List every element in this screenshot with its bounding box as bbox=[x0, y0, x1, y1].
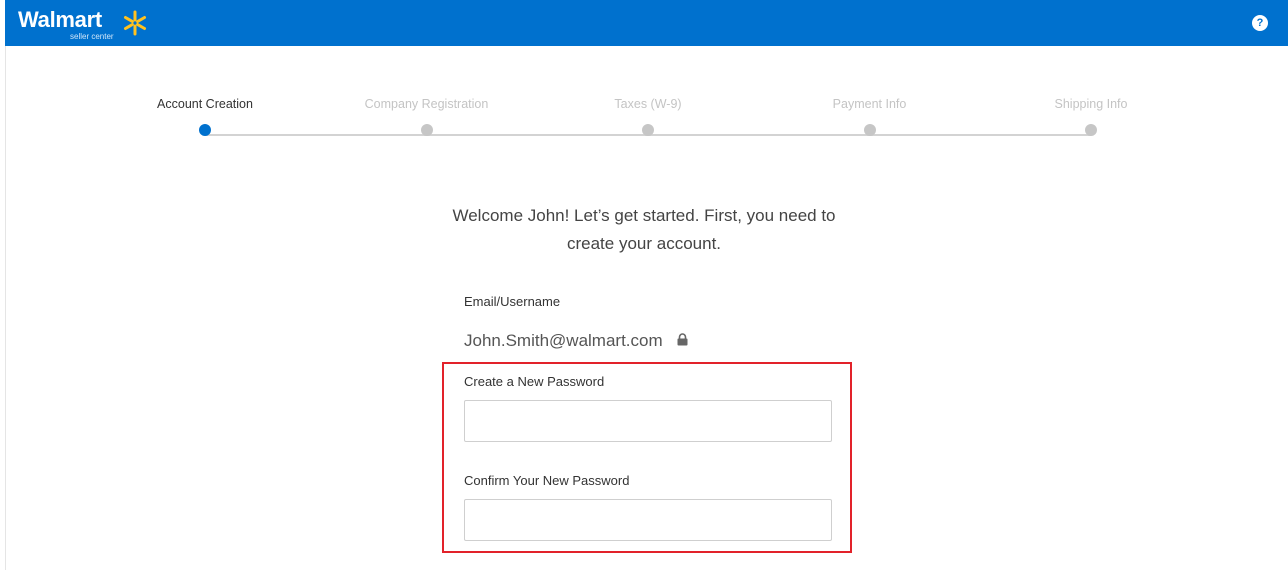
step-shipping-info[interactable]: Shipping Info bbox=[991, 94, 1191, 136]
welcome-message: Welcome John! Let’s get started. First, … bbox=[444, 202, 844, 258]
step-label: Payment Info bbox=[832, 97, 907, 111]
step-label: Taxes (W-9) bbox=[614, 97, 682, 111]
step-taxes-w9[interactable]: Taxes (W-9) bbox=[548, 94, 748, 136]
confirm-password-input[interactable] bbox=[464, 499, 832, 541]
step-company-registration[interactable]: Company Registration bbox=[327, 94, 527, 136]
step-label: Company Registration bbox=[364, 97, 489, 111]
help-icon[interactable]: ? bbox=[1252, 15, 1268, 31]
lock-icon bbox=[677, 333, 688, 346]
brand-subtitle: seller center bbox=[70, 32, 114, 41]
email-username-label: Email/Username bbox=[464, 294, 561, 309]
welcome-line-2: create your account. bbox=[566, 234, 722, 253]
new-password-label: Create a New Password bbox=[464, 374, 605, 389]
top-header-bar: Walmart seller center ? bbox=[5, 0, 1288, 46]
step-dot bbox=[420, 124, 433, 136]
welcome-line-1: Welcome John! Let’s get started. First, … bbox=[452, 206, 836, 225]
step-label: Account Creation bbox=[157, 97, 253, 111]
confirm-password-label: Confirm Your New Password bbox=[464, 473, 630, 488]
step-dot-active bbox=[199, 124, 211, 136]
email-username-value: John.Smith@walmart.com bbox=[464, 331, 663, 350]
email-username-row: John.Smith@walmart.com bbox=[464, 331, 688, 351]
walmart-spark-icon bbox=[123, 10, 147, 36]
step-label: Shipping Info bbox=[1054, 97, 1128, 111]
step-dot bbox=[863, 124, 876, 136]
step-dot bbox=[642, 124, 654, 136]
new-password-input[interactable] bbox=[464, 400, 832, 442]
brand-name: Walmart bbox=[18, 7, 102, 32]
step-account-creation[interactable]: Account Creation bbox=[105, 94, 305, 136]
registration-progress-stepper: Account Creation Company Registration Ta… bbox=[0, 94, 1288, 154]
step-dot bbox=[1085, 124, 1097, 136]
step-payment-info[interactable]: Payment Info bbox=[770, 94, 970, 136]
